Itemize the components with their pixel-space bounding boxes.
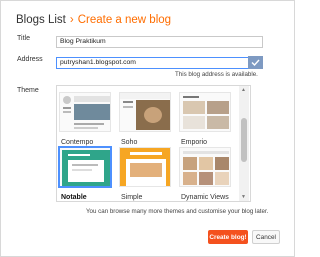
breadcrumb-blogs-list[interactable]: Blogs List bbox=[16, 14, 66, 26]
themes-footer-note: You can browse many more themes and cust… bbox=[86, 208, 269, 215]
theme-thumbnail-contempo bbox=[59, 92, 111, 132]
title-input[interactable]: Blog Praktikum bbox=[56, 36, 263, 48]
title-label: Title bbox=[17, 35, 30, 42]
theme-card-simple[interactable]: Simple bbox=[119, 147, 175, 203]
theme-name: Emporio bbox=[181, 139, 208, 146]
theme-card-dynamic-views[interactable]: Dynamic Views bbox=[179, 147, 235, 203]
theme-thumbnail-emporio bbox=[179, 92, 231, 132]
theme-name: Contempo bbox=[61, 139, 94, 146]
check-icon bbox=[251, 59, 260, 66]
address-check-button[interactable] bbox=[248, 56, 263, 69]
address-label: Address bbox=[17, 56, 43, 63]
scroll-down-arrow-icon[interactable]: ▼ bbox=[241, 194, 246, 200]
theme-thumbnail-soho bbox=[119, 92, 171, 132]
create-blog-dialog: Blogs List › Create a new blog Title Blog … bbox=[0, 0, 295, 257]
address-status: This blog address is available. bbox=[175, 71, 258, 78]
theme-card-notable[interactable]: Notable bbox=[58, 146, 115, 203]
theme-name: Simple bbox=[121, 194, 143, 201]
theme-name: Dynamic Views bbox=[181, 194, 229, 201]
theme-card-contempo[interactable]: Contempo bbox=[59, 92, 115, 148]
breadcrumb-separator: › bbox=[69, 14, 74, 26]
theme-card-emporio[interactable]: Emporio bbox=[179, 92, 235, 148]
theme-thumbnail-simple bbox=[119, 147, 171, 187]
theme-label: Theme bbox=[17, 87, 39, 94]
theme-scrollbar-thumb[interactable] bbox=[241, 118, 247, 162]
theme-card-soho[interactable]: Soho bbox=[119, 92, 175, 148]
create-blog-button[interactable]: Create blog! bbox=[208, 230, 248, 244]
breadcrumb: Blogs List › Create a new blog bbox=[16, 14, 171, 26]
theme-thumbnail-dynamic-views bbox=[179, 147, 231, 187]
address-input[interactable]: putryshan1.blogspot.com bbox=[56, 57, 249, 69]
cancel-button[interactable]: Cancel bbox=[252, 230, 280, 244]
scroll-up-arrow-icon[interactable]: ▲ bbox=[241, 87, 246, 93]
theme-name: Notable bbox=[61, 194, 87, 201]
page-title: Create a new blog bbox=[77, 14, 172, 26]
theme-thumbnail-notable bbox=[58, 146, 112, 188]
theme-name: Soho bbox=[121, 139, 138, 146]
